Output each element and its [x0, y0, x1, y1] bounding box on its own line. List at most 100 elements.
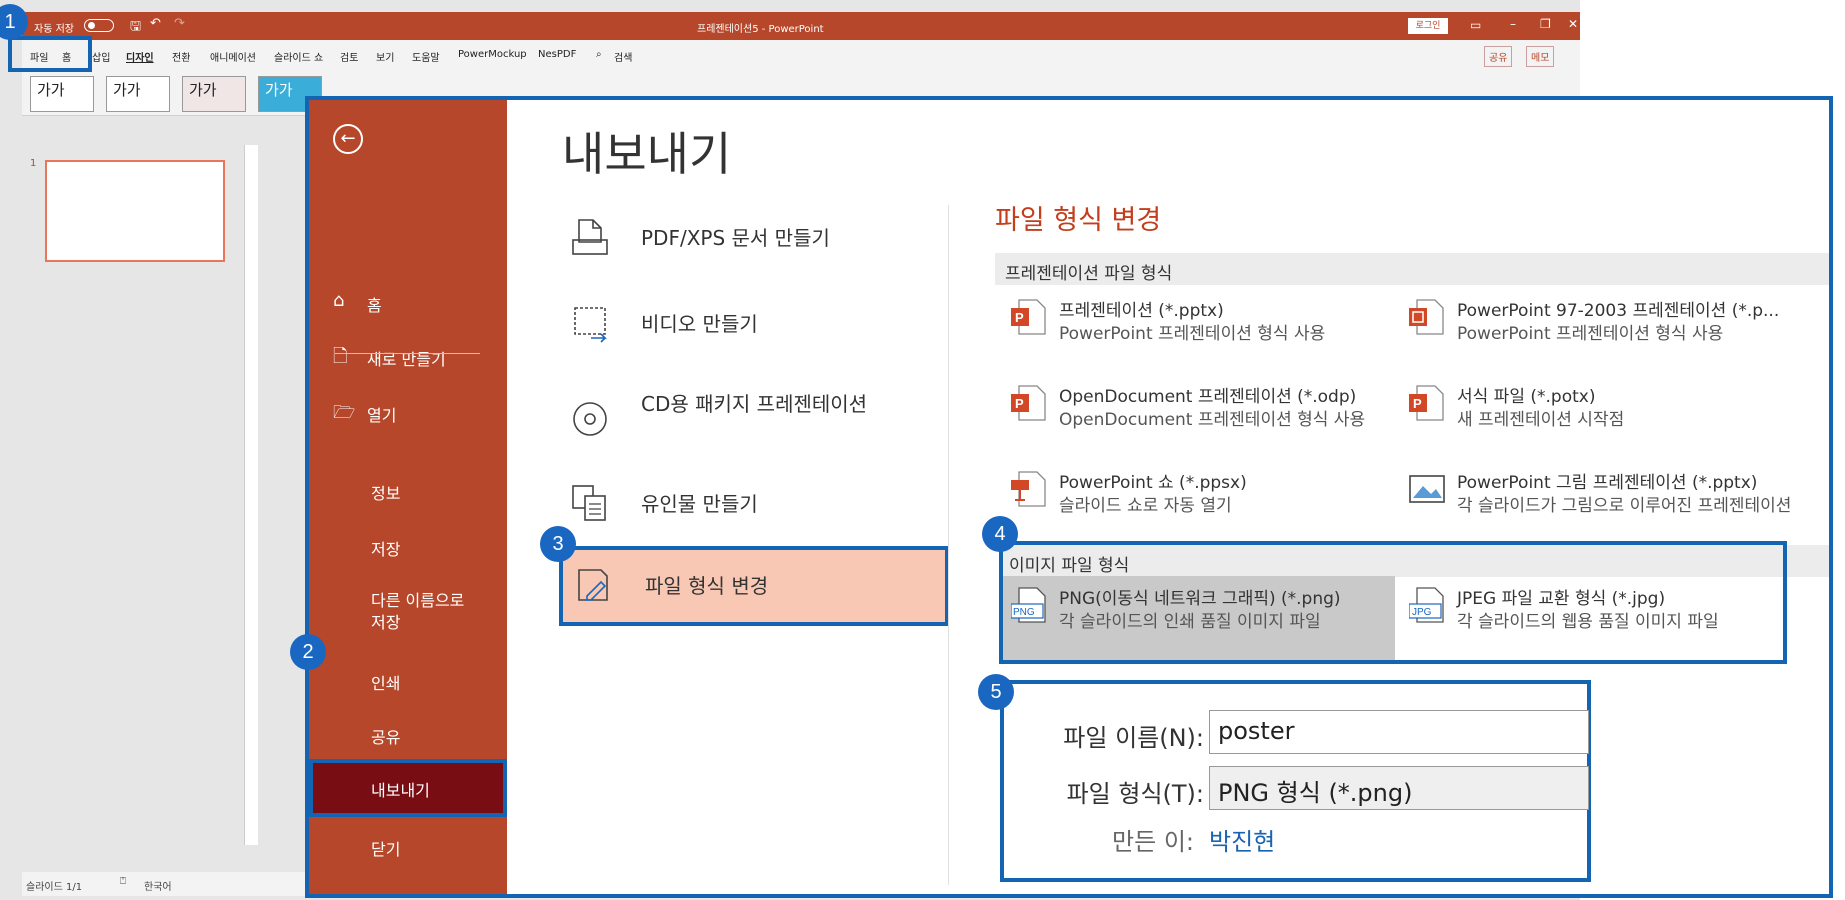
- undo-icon[interactable]: ↶: [150, 16, 161, 31]
- backstage-nav: ← ⌂ 홈 🗋 새로 만들기 🗁 열기 정보 저장 다른 이름으로 저장 인쇄 …: [309, 100, 507, 894]
- nav-home[interactable]: ⌂ 홈: [309, 290, 507, 320]
- window-title: 프레젠테이션5 - PowerPoint: [697, 24, 824, 35]
- page-title: 내보내기: [562, 127, 732, 181]
- tab-review[interactable]: 검토: [340, 49, 358, 64]
- filename-input[interactable]: poster: [1209, 710, 1589, 754]
- save-dialog: 파일 이름(N): poster 파일 형식(T): PNG 형식 (*.png…: [1000, 680, 1591, 882]
- author-label: 만든 이:: [1112, 828, 1194, 856]
- back-arrow-icon[interactable]: ←: [333, 124, 363, 154]
- nav-new-label: 새로 만들기: [367, 350, 446, 369]
- memo-button[interactable]: 메모: [1526, 46, 1555, 67]
- search-label[interactable]: 검색: [614, 49, 632, 64]
- filename-label: 파일 이름(N):: [1063, 724, 1204, 752]
- close-icon[interactable]: ✕: [1568, 17, 1578, 31]
- step-badge-2: 2: [290, 634, 326, 670]
- nav-export[interactable]: 내보내기: [309, 759, 507, 817]
- export-pdf-option[interactable]: PDF/XPS 문서 만들기: [559, 202, 949, 272]
- maximize-icon[interactable]: ❐: [1540, 17, 1551, 31]
- menu-bar: 파일 홈 삽입 디자인 전환 애니메이션 슬라이드 쇼 검토 보기 도움말 Po…: [22, 40, 1580, 68]
- export-change-type-option[interactable]: 파일 형식 변경: [559, 546, 949, 626]
- language-status[interactable]: 한국어: [144, 878, 172, 893]
- export-pdf-label: PDF/XPS 문서 만들기: [641, 226, 830, 250]
- ppt-file-icon: [1409, 299, 1444, 335]
- column-divider: [948, 205, 949, 885]
- new-document-icon: 🗋: [333, 346, 348, 367]
- image-types-highlight: [999, 541, 1787, 664]
- filetype-label: 파일 형식(T):: [1066, 780, 1204, 808]
- nav-info[interactable]: 정보: [309, 476, 507, 506]
- picture-pptx-name: PowerPoint 그림 프레젠테이션 (*.pptx): [1457, 473, 1758, 493]
- pptx-file-icon: P: [1011, 299, 1046, 335]
- tab-slideshow[interactable]: 슬라이드 쇼: [274, 49, 323, 64]
- ppt-desc: PowerPoint 프레젠테이션 형식 사용: [1457, 324, 1724, 344]
- nav-export-label: 내보내기: [371, 781, 430, 800]
- odp-desc: OpenDocument 프레젠테이션 형식 사용: [1059, 410, 1366, 430]
- theme-thumbnail[interactable]: 가가: [106, 76, 170, 112]
- home-icon: ⌂: [333, 290, 345, 311]
- autosave-toggle[interactable]: [84, 19, 114, 32]
- tab-help[interactable]: 도움말: [412, 49, 440, 64]
- slide-thumbnail[interactable]: [45, 160, 225, 262]
- nav-save-label: 저장: [371, 540, 401, 559]
- memo-label: 메모: [1531, 53, 1550, 64]
- tab-animations[interactable]: 애니메이션: [210, 49, 256, 64]
- file-tab-highlight: [8, 36, 92, 72]
- nav-open[interactable]: 🗁 열기: [309, 400, 507, 430]
- tab-design[interactable]: 디자인: [126, 49, 154, 64]
- export-handout-label: 유인물 만들기: [641, 492, 758, 516]
- login-button[interactable]: 로그인: [1408, 18, 1448, 34]
- cd-icon: [573, 402, 607, 436]
- pptx-desc: PowerPoint 프레젠테이션 형식 사용: [1059, 324, 1326, 344]
- step-badge-3: 3: [540, 526, 576, 562]
- potx-desc: 새 프레젠테이션 시작점: [1457, 410, 1625, 430]
- folder-icon: 🗁: [333, 402, 356, 423]
- tab-insert[interactable]: 삽입: [92, 49, 110, 64]
- potx-file-icon: P: [1409, 385, 1444, 421]
- odp-name: OpenDocument 프레젠테이션 (*.odp): [1059, 387, 1357, 407]
- author-value[interactable]: 박진현: [1209, 822, 1275, 857]
- nav-home-label: 홈: [367, 296, 382, 315]
- share-button[interactable]: 공유: [1484, 46, 1513, 67]
- filetype-select[interactable]: PNG 형식 (*.png): [1209, 766, 1589, 810]
- ppsx-name: PowerPoint 쇼 (*.ppsx): [1059, 473, 1247, 493]
- presentation-types-header: 프레젠테이션 파일 형식: [995, 253, 1829, 285]
- export-cd-label: CD용 패키지 프레젠테이션: [641, 392, 868, 416]
- nav-save-as[interactable]: 다른 이름으로 저장: [309, 586, 507, 642]
- tab-view[interactable]: 보기: [376, 49, 394, 64]
- nav-close-label: 닫기: [371, 840, 401, 859]
- nav-new[interactable]: 🗋 새로 만들기: [309, 344, 507, 374]
- nav-print[interactable]: 인쇄: [309, 666, 507, 696]
- theme-thumbnail[interactable]: 가가: [30, 76, 94, 112]
- theme-thumbnail[interactable]: 가가: [182, 76, 246, 112]
- pdf-document-icon: [572, 219, 608, 255]
- minimize-icon[interactable]: –: [1510, 17, 1516, 31]
- search-icon[interactable]: ⌕: [596, 49, 602, 60]
- picture-icon: [1409, 475, 1445, 503]
- share-label: 공유: [1489, 53, 1508, 64]
- nav-share[interactable]: 공유: [309, 720, 507, 750]
- ppsx-desc: 슬라이드 쇼로 자동 열기: [1059, 496, 1232, 516]
- tab-nespdf[interactable]: NesPDF: [538, 49, 576, 60]
- potx-name: 서식 파일 (*.potx): [1457, 387, 1596, 407]
- tab-powermockup[interactable]: PowerMockup: [458, 49, 527, 60]
- step-badge-5: 5: [978, 674, 1014, 710]
- nav-save[interactable]: 저장: [309, 532, 507, 562]
- export-video-option[interactable]: 비디오 만들기: [559, 288, 949, 358]
- nav-share-label: 공유: [371, 728, 401, 747]
- tab-transitions[interactable]: 전환: [172, 49, 190, 64]
- nav-save-as-label: 다른 이름으로 저장: [371, 591, 465, 632]
- nav-close[interactable]: 닫기: [309, 832, 507, 862]
- vertical-ruler: [244, 145, 258, 845]
- ribbon-display-icon[interactable]: ▭: [1470, 18, 1481, 32]
- save-icon[interactable]: 🖫: [130, 17, 141, 39]
- accessibility-icon[interactable]: ⍞: [120, 876, 126, 887]
- slideshow-file-icon: [1011, 471, 1046, 507]
- nav-print-label: 인쇄: [371, 674, 401, 693]
- title-bar: 자동 저장 🖫 ↶ ↷ 프레젠테이션5 - PowerPoint 로그인 ▭ –…: [22, 12, 1580, 40]
- redo-icon[interactable]: ↷: [174, 16, 185, 31]
- filetype-select-value: PNG 형식 (*.png): [1218, 779, 1413, 807]
- export-cd-option[interactable]: CD용 패키지 프레젠테이션: [559, 376, 949, 462]
- ppt-name: PowerPoint 97-2003 프레젠테이션 (*.p...: [1457, 301, 1780, 321]
- export-handout-option[interactable]: 유인물 만들기: [559, 468, 949, 538]
- video-icon: [574, 307, 607, 343]
